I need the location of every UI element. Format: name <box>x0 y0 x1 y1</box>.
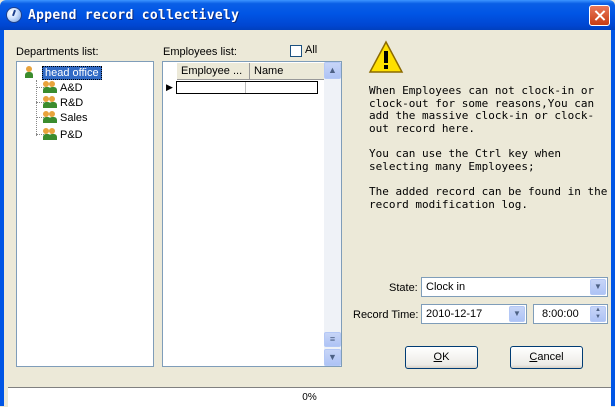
scroll-thumb[interactable]: ≡ <box>324 332 341 347</box>
employees-label: Employees list: <box>163 46 237 58</box>
time-spinner[interactable]: 8:00:00 ▲ ▼ <box>533 304 608 324</box>
cancel-button-label: ancel <box>537 351 564 363</box>
table-row[interactable] <box>176 81 318 94</box>
info-paragraph: The added record can be found in the rec… <box>369 185 608 211</box>
employees-grid[interactable]: Employee ... Name ▶ ▲ ≡ ▼ <box>162 61 342 367</box>
warning-icon <box>368 40 404 73</box>
scroll-down-icon[interactable]: ▼ <box>324 349 341 366</box>
tree-item-rd[interactable]: R&D <box>43 96 83 109</box>
chevron-down-icon[interactable]: ▼ <box>590 279 606 295</box>
tree-item-label: head office <box>42 66 102 80</box>
column-header-name[interactable]: Name <box>250 63 325 79</box>
employees-scrollbar[interactable]: ▲ ≡ ▼ <box>324 62 341 366</box>
departments-label: Departments list: <box>16 46 99 58</box>
scroll-up-icon[interactable]: ▲ <box>324 62 341 79</box>
state-select[interactable]: Clock in ▼ <box>421 277 608 297</box>
tree-item-sales[interactable]: Sales <box>43 111 88 124</box>
spin-arrows-icon[interactable]: ▲ ▼ <box>590 306 606 322</box>
tree-item-head-office[interactable]: head office <box>25 66 102 80</box>
progress-text: 0% <box>302 392 317 403</box>
ok-button-label: K <box>442 351 450 363</box>
departments-tree[interactable]: head office A&D R&D Sales P&D <box>16 61 154 367</box>
tree-item-ad[interactable]: A&D <box>43 81 83 94</box>
state-value: Clock in <box>426 281 466 293</box>
tree-item-label: A&D <box>60 82 83 94</box>
ok-button-hotkey: O <box>433 351 443 363</box>
cell-name[interactable] <box>250 82 318 93</box>
people-icon <box>43 81 57 93</box>
cell-employee[interactable] <box>177 82 246 93</box>
window-border-left <box>0 30 4 406</box>
all-checkbox[interactable] <box>290 45 302 57</box>
info-message: When Employees can not clock-in or clock… <box>369 84 614 224</box>
window-title: Append record collectively <box>28 8 240 23</box>
date-value: 2010-12-17 <box>426 308 483 320</box>
cancel-button[interactable]: Cancel <box>510 346 583 369</box>
tree-item-label: Sales <box>60 112 88 124</box>
all-label: All <box>305 44 318 56</box>
close-button[interactable] <box>589 5 610 26</box>
time-value: 8:00:00 <box>542 308 579 320</box>
record-time-label: Record Time: <box>353 309 419 321</box>
info-paragraph: You can use the Ctrl key when selecting … <box>369 147 562 173</box>
state-label: State: <box>389 282 418 294</box>
date-picker[interactable]: 2010-12-17 ▼ <box>421 304 527 324</box>
tree-line <box>36 80 37 136</box>
people-icon <box>43 96 57 108</box>
tree-item-pd[interactable]: P&D <box>43 128 83 141</box>
row-indicator-icon: ▶ <box>166 82 173 92</box>
tree-item-label: P&D <box>60 129 83 141</box>
chevron-down-icon[interactable]: ▼ <box>509 306 525 322</box>
grid-header: Employee ... Name <box>177 63 325 80</box>
ok-button[interactable]: OK <box>405 346 478 369</box>
clock-icon <box>6 7 22 23</box>
column-header-employee[interactable]: Employee ... <box>177 63 250 79</box>
people-icon <box>43 128 57 140</box>
info-paragraph: When Employees can not clock-in or clock… <box>369 84 595 135</box>
tree-item-label: R&D <box>60 97 84 109</box>
title-bar[interactable]: Append record collectively <box>0 0 615 30</box>
people-icon <box>25 66 39 78</box>
people-icon <box>43 111 57 123</box>
status-bar: 0% <box>8 387 611 407</box>
